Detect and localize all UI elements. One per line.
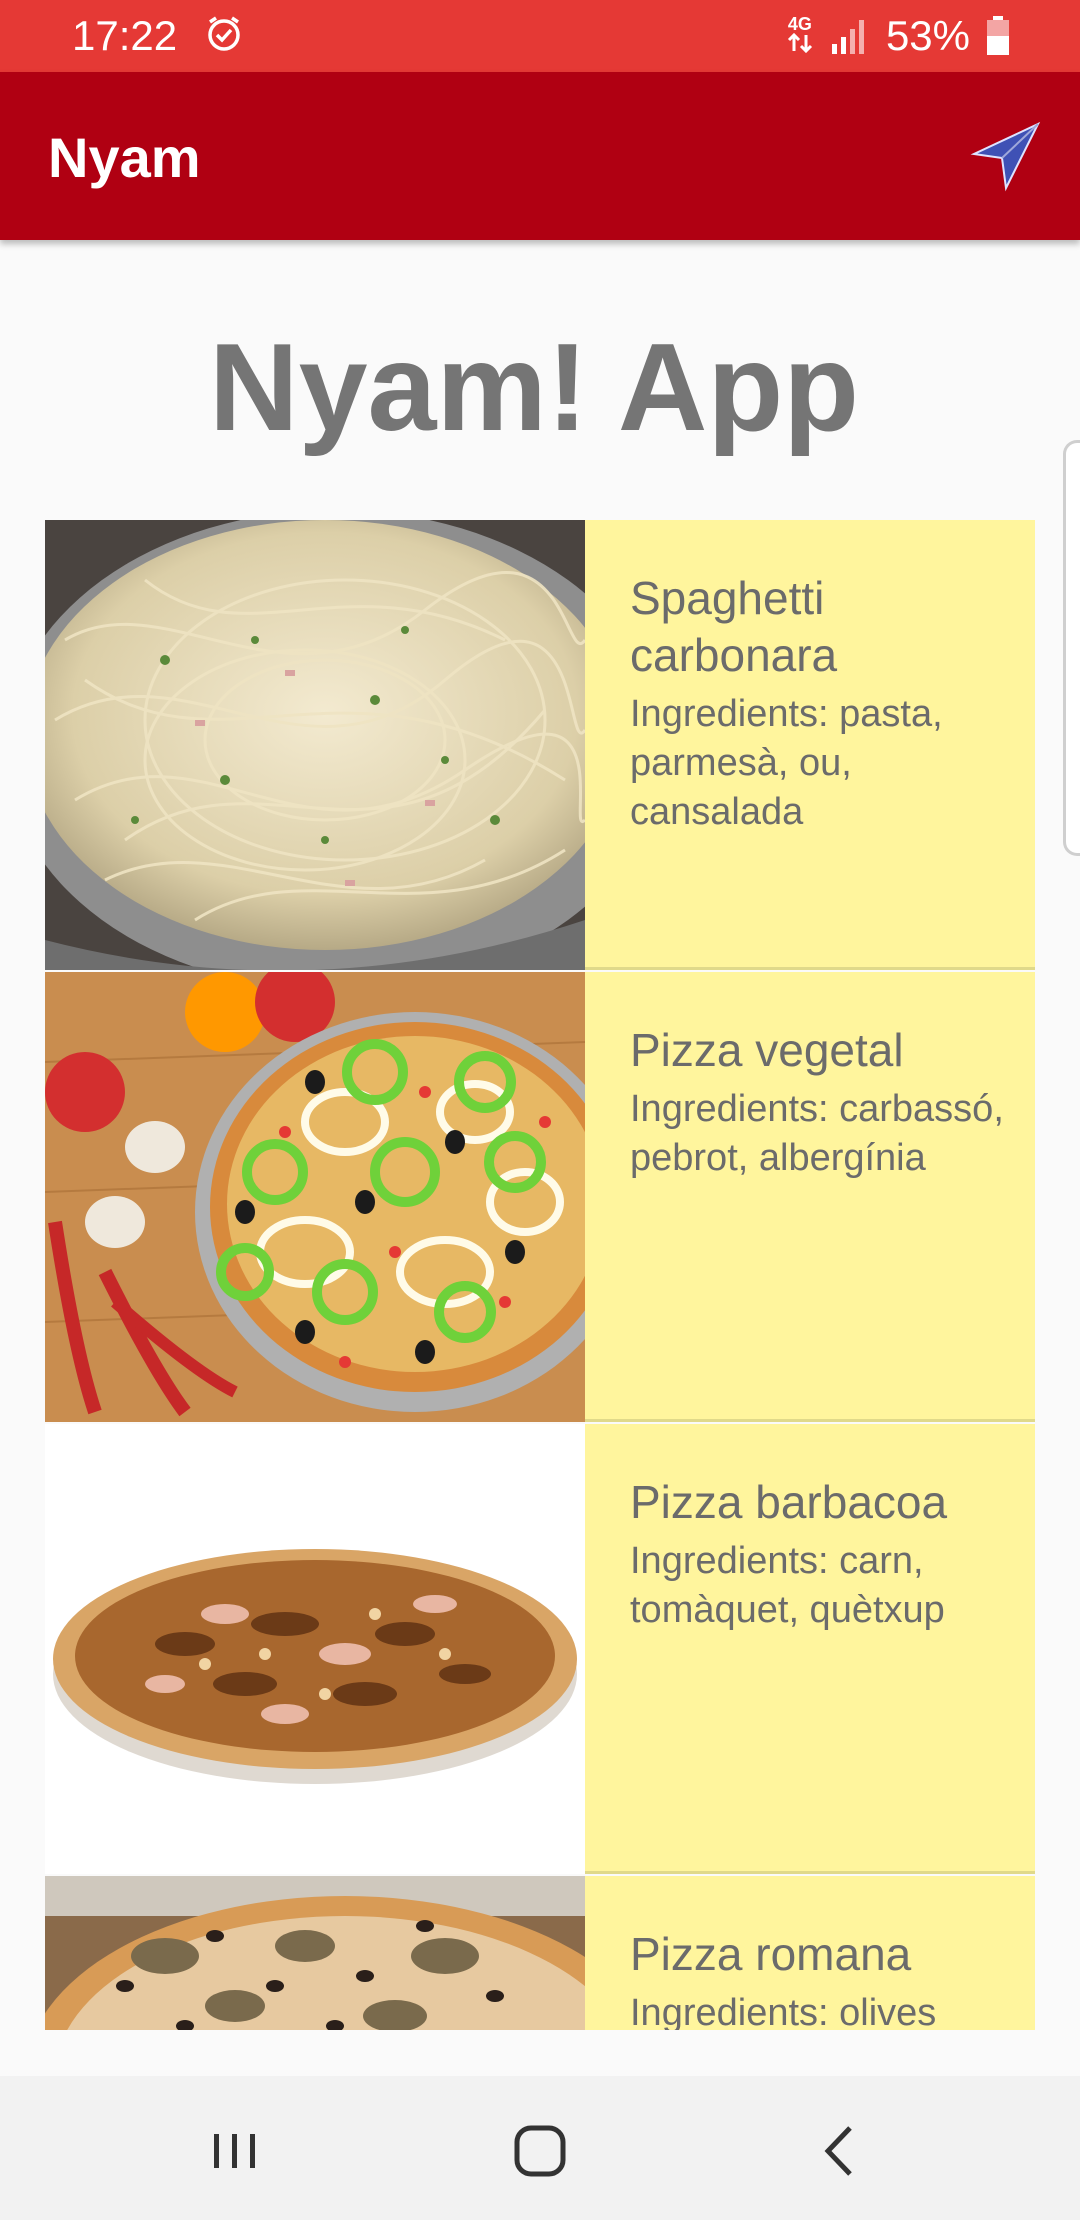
- recipe-info: Pizza barbacoa Ingredients: carn, tomàqu…: [585, 1424, 1035, 1874]
- app-bar-title: Nyam: [48, 126, 201, 189]
- data-arrows-icon: [787, 32, 812, 53]
- recipe-info: Pizza vegetal Ingredients: carbassó, peb…: [585, 972, 1035, 1422]
- battery-icon: [987, 16, 1009, 55]
- recipe-card[interactable]: Pizza vegetal Ingredients: carbassó, peb…: [45, 972, 1035, 1422]
- recipe-card[interactable]: Spaghetti carbonara Ingredients: pasta, …: [45, 520, 1035, 970]
- recipe-ingredients: Ingredients: carbassó, pebrot, albergíni…: [630, 1088, 1004, 1179]
- spaghetti-image: [45, 520, 585, 970]
- recipe-name: Pizza barbacoa: [630, 1476, 948, 1528]
- recipe-ingredients: Ingredients: carn, tomàquet, quètxup: [630, 1540, 945, 1631]
- vegetable-pizza-image: [45, 972, 585, 1422]
- recipe-list[interactable]: Spaghetti carbonara Ingredients: pasta, …: [45, 520, 1035, 2030]
- signal-icon: [831, 20, 864, 54]
- recipe-name: Spaghetti carbonara: [630, 572, 838, 681]
- recipe-card[interactable]: Pizza romana Ingredients: olives: [45, 1876, 1035, 2030]
- system-nav-bar: [0, 2076, 1080, 2220]
- bbq-pizza-image: [45, 1424, 585, 1874]
- back-icon[interactable]: [806, 2116, 876, 2186]
- recipe-info: Spaghetti carbonara Ingredients: pasta, …: [585, 520, 1035, 970]
- navigation-arrow-icon[interactable]: [966, 116, 1046, 196]
- recipe-name: Pizza vegetal: [630, 1024, 904, 1076]
- status-time: 17:22: [72, 12, 178, 59]
- recent-apps-icon[interactable]: [200, 2116, 270, 2186]
- recipe-ingredients: Ingredients: olives: [630, 1992, 937, 2030]
- network-indicator: 4G: [786, 15, 814, 58]
- app-bar: Nyam: [0, 72, 1080, 240]
- status-bar: 17:22 4G 53%: [0, 0, 1080, 72]
- romana-pizza-image: [45, 1876, 585, 2030]
- network-type: 4G: [787, 13, 812, 34]
- alarm-icon: [208, 16, 240, 51]
- home-icon[interactable]: [505, 2116, 575, 2186]
- recipe-card[interactable]: Pizza barbacoa Ingredients: carn, tomàqu…: [45, 1424, 1035, 1874]
- battery-percent: 53%: [885, 12, 970, 59]
- status-indicators: 4G 53%: [786, 10, 1010, 62]
- recipe-info: Pizza romana Ingredients: olives: [585, 1876, 1035, 2030]
- recipe-name: Pizza romana: [630, 1928, 912, 1980]
- page-title: Nyam! App: [209, 319, 859, 457]
- recipe-ingredients: Ingredients: pasta, parmesà, ou, cansala…: [630, 693, 943, 833]
- scroll-indicator[interactable]: [1063, 440, 1080, 856]
